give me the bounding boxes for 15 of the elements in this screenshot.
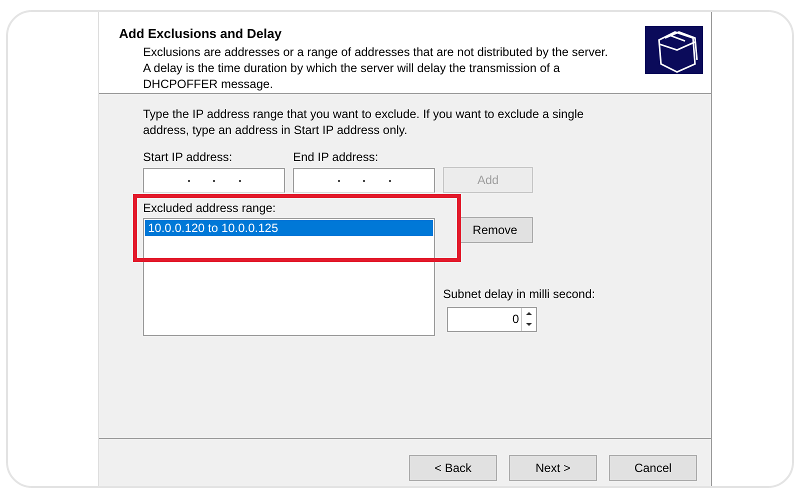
- field-label: End IP address:: [293, 150, 380, 164]
- list-label: Excluded address range:: [143, 201, 277, 215]
- delay-label: Subnet delay in milli second:: [443, 287, 596, 301]
- range-list-item[interactable]: 10.0.0.120 to 10.0.0.125: [145, 220, 433, 236]
- instruction-text: Type the IP address range that you want to exclude. If you want to exclude a single address, type an address in Start IP address only.: [143, 106, 585, 138]
- page-description: Exclusions are addresses or a range of addresses that are not distributed by the server. A delay is the time duration by which the server will delay the transmission of a DHCPOFFER message.: [143, 44, 609, 92]
- ip-address-field[interactable]: [143, 168, 285, 193]
- wizard-button[interactable]: Cancel: [609, 455, 697, 481]
- page-title: Add Exclusions and Delay: [119, 26, 283, 41]
- wizard-button[interactable]: < Back: [409, 455, 497, 481]
- ip-address-field[interactable]: [293, 168, 435, 193]
- excluded-range-list[interactable]: 10.0.0.120 to 10.0.0.125: [143, 218, 435, 336]
- delay-spinner[interactable]: 0: [447, 307, 537, 332]
- field-label: Start IP address:: [143, 150, 234, 164]
- wizard-button[interactable]: Next >: [509, 455, 597, 481]
